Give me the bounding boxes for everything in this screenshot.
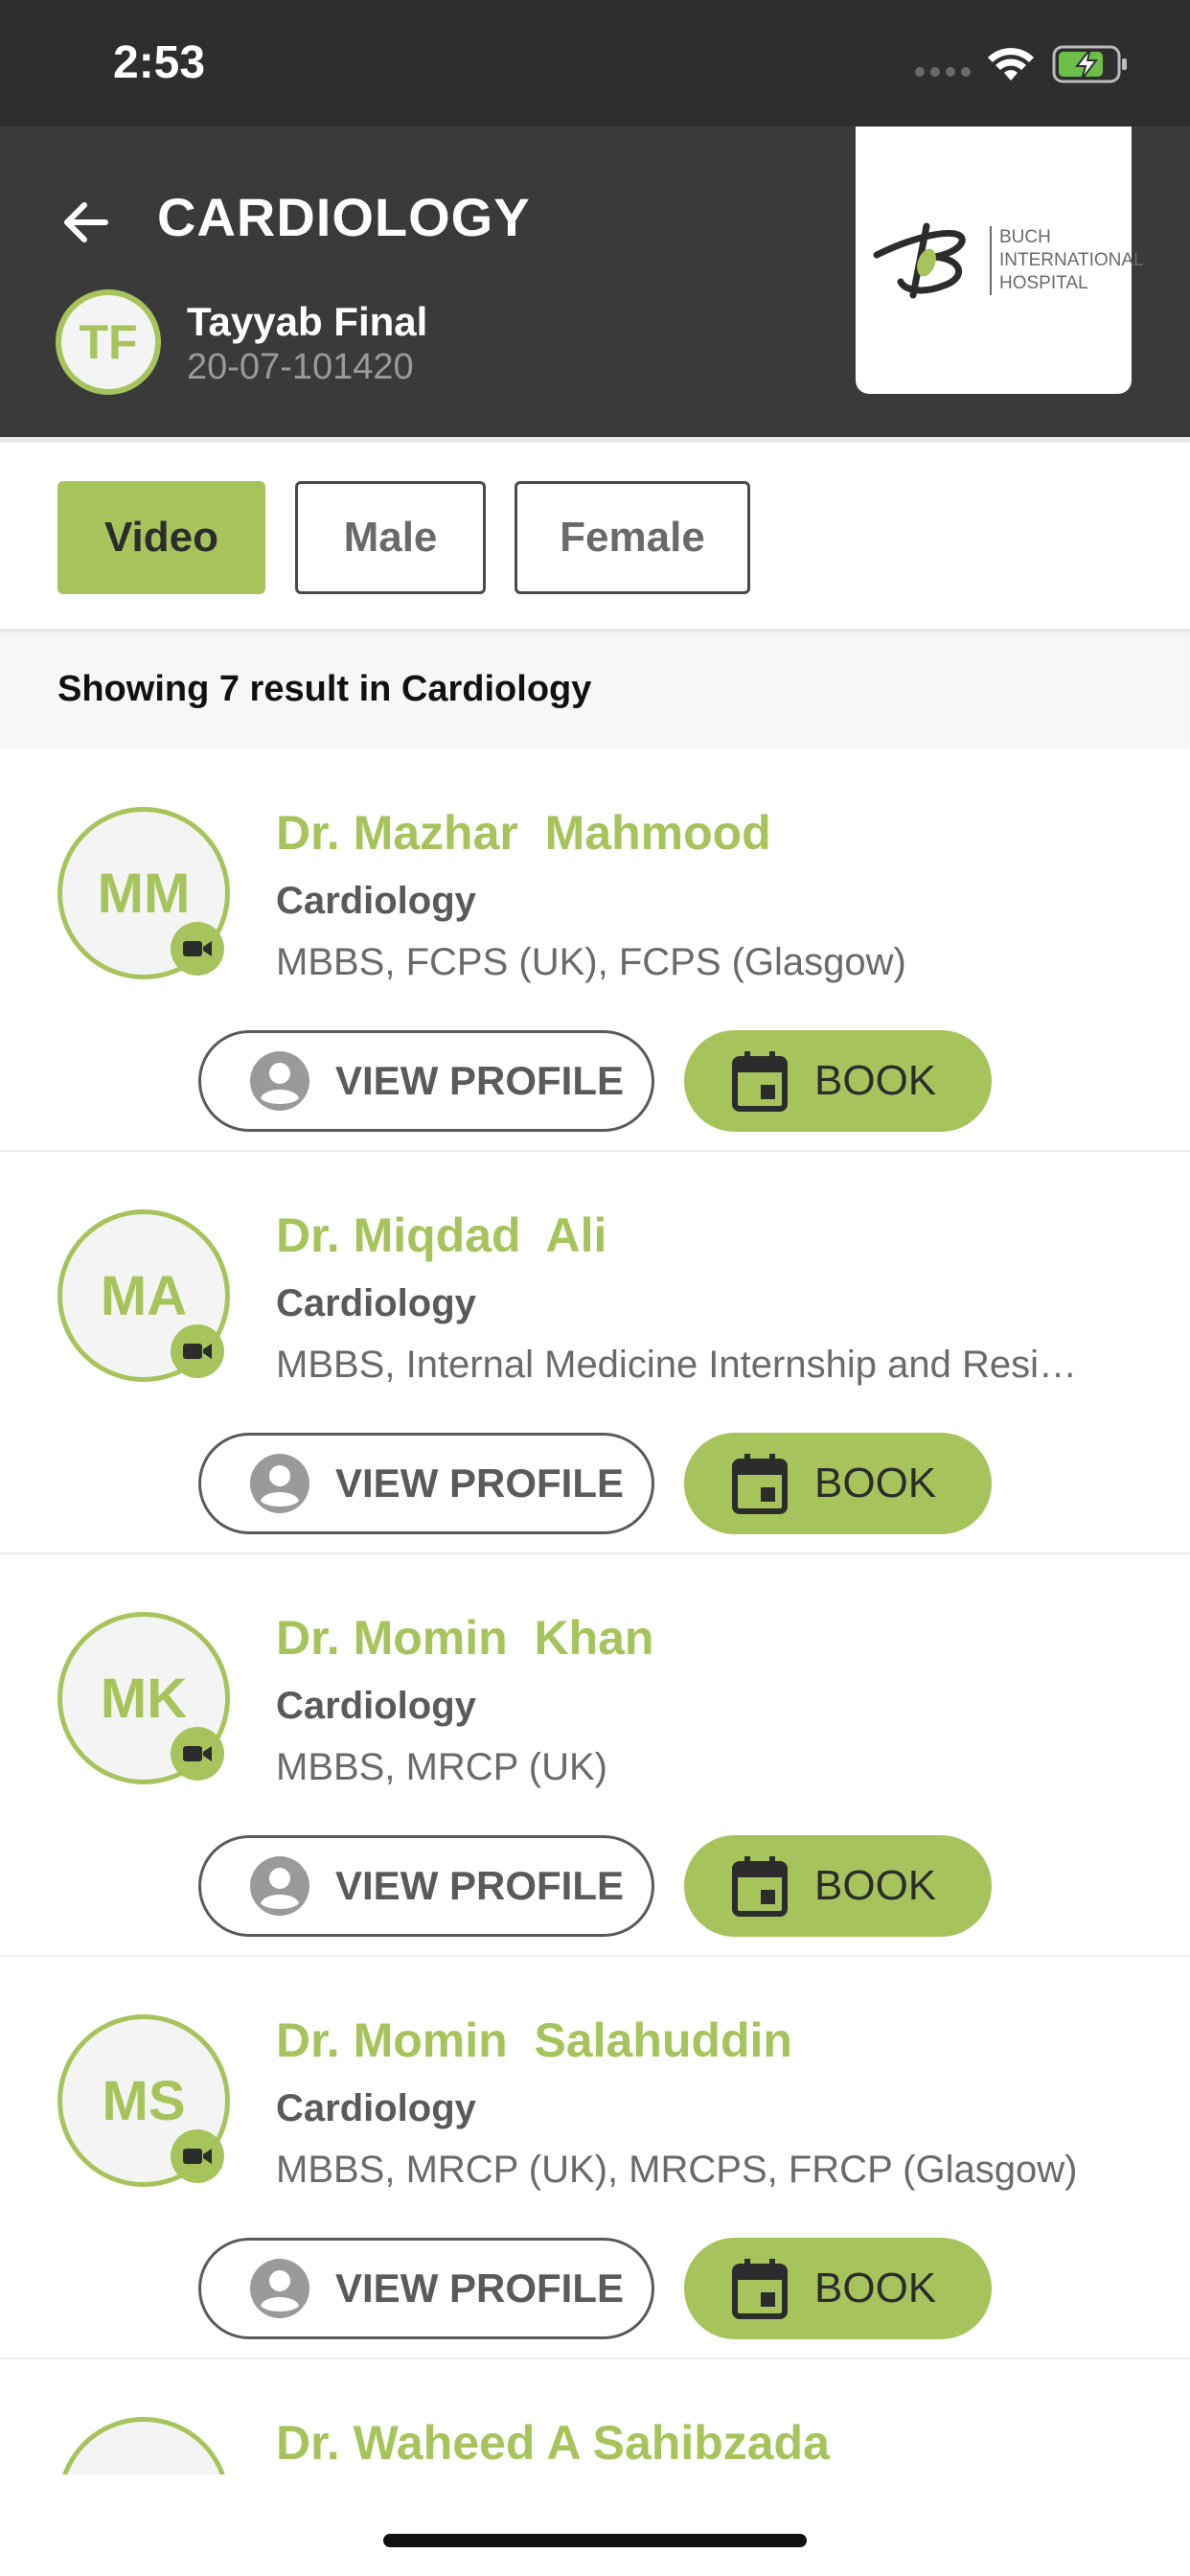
- view-profile-label: VIEW PROFILE: [335, 1460, 625, 1506]
- person-icon: [250, 2259, 309, 2318]
- doctor-department: Cardiology: [276, 2087, 476, 2129]
- back-arrow-icon[interactable]: [56, 192, 117, 253]
- person-icon: [250, 1051, 309, 1111]
- doctor-card: MK Dr. Momin Khan Cardiology MBBS, MRCP …: [0, 1554, 1190, 1957]
- view-profile-label: VIEW PROFILE: [335, 1058, 625, 1103]
- doctor-name[interactable]: Dr. Waheed A Sahibzada: [276, 2415, 830, 2471]
- view-profile-button[interactable]: VIEW PROFILE: [198, 2238, 654, 2339]
- book-label: BOOK: [814, 1057, 937, 1104]
- doctor-department: Cardiology: [276, 880, 476, 922]
- doctor-name[interactable]: Dr. Miqdad Ali: [276, 1208, 606, 1263]
- doctor-department: Cardiology: [276, 1282, 476, 1324]
- filter-female-button[interactable]: Female: [515, 481, 750, 594]
- view-profile-button[interactable]: VIEW PROFILE: [198, 1433, 654, 1534]
- book-button[interactable]: BOOK: [684, 1835, 992, 1937]
- results-count-text: Showing 7 result in Cardiology: [57, 669, 592, 709]
- person-icon: [250, 1454, 309, 1513]
- video-camera-icon: [171, 1727, 224, 1781]
- doctor-name[interactable]: Dr. Mazhar Mahmood: [276, 805, 771, 861]
- person-icon: [250, 1856, 309, 1916]
- results-summary: Showing 7 result in Cardiology: [0, 629, 1190, 749]
- doctor-qualifications: MBBS, MRCP (UK), MRCPS, FRCP (Glasgow): [276, 2149, 1078, 2191]
- calendar-icon: [732, 1051, 788, 1112]
- doctor-qualifications: MBBS, MRCP (UK): [276, 1746, 607, 1788]
- filter-bar: Video Male Female: [0, 437, 1190, 629]
- user-avatar: TF: [56, 289, 161, 395]
- logo-text: BUCH INTERNATIONAL HOSPITAL: [990, 226, 1144, 295]
- book-label: BOOK: [814, 2265, 937, 2312]
- book-button[interactable]: BOOK: [684, 1030, 992, 1132]
- home-indicator[interactable]: [383, 2534, 807, 2547]
- calendar-icon: [732, 1856, 788, 1917]
- calendar-icon: [732, 1454, 788, 1514]
- view-profile-label: VIEW PROFILE: [335, 2266, 625, 2311]
- user-name: Tayyab Final: [187, 299, 428, 344]
- user-id: 20-07-101420: [187, 347, 414, 387]
- cellular-signal-icon: [915, 67, 971, 77]
- battery-charging-icon: [1052, 45, 1127, 83]
- filter-video-button[interactable]: Video: [57, 481, 265, 594]
- doctor-list: MM Dr. Mazhar Mahmood Cardiology MBBS, F…: [0, 749, 1190, 2474]
- book-label: BOOK: [814, 1460, 937, 1506]
- wifi-icon: [988, 48, 1034, 80]
- video-camera-icon: [171, 1324, 224, 1378]
- video-camera-icon: [171, 2129, 224, 2183]
- doctor-qualifications: MBBS, Internal Medicine Internship and R…: [276, 1344, 1077, 1386]
- view-profile-button[interactable]: VIEW PROFILE: [198, 1030, 654, 1132]
- view-profile-label: VIEW PROFILE: [335, 1863, 625, 1908]
- book-button[interactable]: BOOK: [684, 1433, 992, 1534]
- view-profile-button[interactable]: VIEW PROFILE: [198, 1835, 654, 1937]
- doctor-qualifications: MBBS, FCPS (UK), FCPS (Glasgow): [276, 941, 906, 983]
- doctor-avatar: [57, 2417, 230, 2474]
- calendar-icon: [732, 2259, 788, 2319]
- doctor-card: Dr. Waheed A Sahibzada: [0, 2359, 1190, 2474]
- page-title: CARDIOLOGY: [157, 187, 531, 247]
- doctor-card: MA Dr. Miqdad Ali Cardiology MBBS, Inter…: [0, 1152, 1190, 1554]
- doctor-department: Cardiology: [276, 1685, 476, 1727]
- logo-mark-icon: [873, 222, 966, 299]
- book-label: BOOK: [814, 1862, 937, 1909]
- app-header: CARDIOLOGY TF Tayyab Final 20-07-101420 …: [0, 126, 1190, 437]
- filter-male-button[interactable]: Male: [295, 481, 486, 594]
- video-camera-icon: [171, 922, 224, 976]
- hospital-logo: BUCH INTERNATIONAL HOSPITAL: [856, 126, 1144, 394]
- doctor-card: MM Dr. Mazhar Mahmood Cardiology MBBS, F…: [0, 749, 1190, 1152]
- status-time: 2:53: [113, 37, 206, 88]
- doctor-name[interactable]: Dr. Momin Salahuddin: [276, 2012, 792, 2068]
- doctor-name[interactable]: Dr. Momin Khan: [276, 1610, 653, 1666]
- book-button[interactable]: BOOK: [684, 2238, 992, 2339]
- status-bar: 2:53: [0, 0, 1190, 126]
- doctor-card: MS Dr. Momin Salahuddin Cardiology MBBS,…: [0, 1957, 1190, 2359]
